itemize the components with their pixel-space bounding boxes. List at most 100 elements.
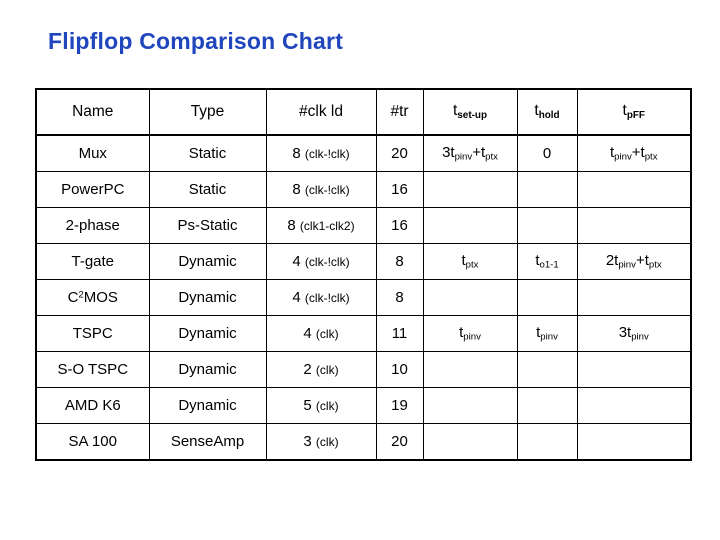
cell-t-pff [576, 171, 692, 208]
table-row: AMD K6 Dynamic 5 (clk) 19 [35, 387, 692, 424]
cell-name: PowerPC [35, 171, 150, 208]
cell-t-pff-label: 2tpinv+tptx [605, 251, 662, 271]
superscript: 2 [78, 289, 84, 301]
cell-t-pff: tpinv+tptx [576, 134, 692, 172]
subscript: pinv [463, 331, 481, 343]
cell-clk-ld-label: 4 (clk) [303, 324, 339, 342]
cell-type: Dynamic [148, 279, 267, 316]
cell-t-pff [576, 387, 692, 424]
cell-t-pff: 2tpinv+tptx [576, 243, 692, 280]
cell-type: Dynamic [148, 315, 267, 352]
table-row: T-gate Dynamic 4 (clk-!clk) 8 tptx to1-1 2tpin… [35, 243, 692, 280]
cell-t-hold [516, 387, 578, 424]
column-header-clk-ld: #clk ld [265, 88, 377, 136]
cell-tr-label: 19 [391, 396, 408, 414]
cell-name: S-O TSPC [35, 351, 150, 388]
subscript: ptx [648, 259, 662, 271]
cell-t-setup: 3tpinv+tptx [422, 134, 518, 172]
cell-t-setup-label: 3tpinv+tptx [442, 143, 498, 163]
column-header-t-pff: tpFF [576, 88, 692, 136]
cell-t-pff-label: 3tpinv [618, 323, 649, 343]
cell-clk-ld: 8 (clk-!clk) [265, 134, 377, 172]
cell-tr: 16 [375, 171, 424, 208]
cell-t-setup: tptx [422, 243, 518, 280]
table-row: S-O TSPC Dynamic 2 (clk) 10 [35, 351, 692, 388]
cell-type: Dynamic [148, 351, 267, 388]
cell-name: 2-phase [35, 207, 150, 244]
column-header-t-setup: tset-up [422, 88, 518, 136]
cell-type-label: Dynamic [178, 396, 237, 414]
cell-t-hold [516, 171, 578, 208]
cell-t-hold [516, 207, 578, 244]
subscript: ptx [485, 151, 498, 163]
cell-clk-ld: 4 (clk-!clk) [265, 243, 377, 280]
cell-t-hold [516, 279, 578, 316]
column-header-name: Name [35, 88, 150, 136]
subscript: o1-1 [539, 259, 559, 271]
cell-t-setup-label: tptx [461, 251, 479, 271]
cell-tr-label: 11 [391, 324, 408, 342]
cell-type-label: Dynamic [178, 288, 237, 306]
cell-name: AMD K6 [35, 387, 150, 424]
cell-name-label: AMD K6 [64, 396, 121, 414]
cell-tr-label: 8 [395, 288, 404, 306]
column-header-t-pff-label: tpFF [578, 102, 691, 121]
cell-type: Ps-Static [148, 207, 267, 244]
cell-tr-label: 16 [391, 216, 408, 234]
cell-type-label: Dynamic [178, 324, 237, 342]
column-header-tr: #tr [375, 88, 424, 136]
cell-clk-ld-detail: (clk1-clk2) [299, 218, 355, 233]
cell-type: Dynamic [148, 387, 267, 424]
cell-t-setup: tpinv [422, 315, 518, 352]
table-row: Mux Static 8 (clk-!clk) 20 3tpinv+tptx 0 tpinv… [35, 134, 692, 172]
slide-canvas: Flipflop Comparison Chart Name Type #clk… [0, 0, 720, 540]
cell-name: C2MOS [35, 279, 150, 316]
cell-clk-ld: 3 (clk) [265, 423, 377, 461]
column-header-type: Type [148, 88, 267, 136]
cell-type: SenseAmp [148, 423, 267, 461]
column-header-tr-label: #tr [390, 102, 409, 120]
cell-clk-ld-label: 3 (clk) [303, 432, 339, 450]
cell-name: TSPC [35, 315, 150, 352]
t-hold-subscript: hold [538, 109, 560, 121]
cell-name: T-gate [35, 243, 150, 280]
cell-t-pff [576, 423, 692, 461]
cell-clk-ld-label: 4 (clk-!clk) [292, 252, 350, 270]
column-header-t-hold: thold [516, 88, 578, 136]
cell-clk-ld-detail: (clk-!clk) [304, 146, 350, 161]
cell-name-label: PowerPC [61, 180, 125, 198]
cell-t-hold [516, 423, 578, 461]
cell-tr-label: 20 [391, 144, 408, 162]
cell-clk-ld-detail: (clk-!clk) [304, 182, 350, 197]
cell-tr: 16 [375, 207, 424, 244]
column-header-t-hold-label: thold [518, 102, 577, 121]
cell-tr: 10 [375, 351, 424, 388]
cell-name-label: TSPC [72, 324, 113, 342]
subscript: pinv [454, 151, 473, 163]
cell-type: Dynamic [148, 243, 267, 280]
cell-t-pff-label: tpinv+tptx [609, 143, 658, 163]
cell-type-label: Dynamic [178, 252, 237, 270]
cell-name-label: 2-phase [65, 216, 120, 234]
cell-clk-ld-detail: (clk) [315, 362, 339, 377]
cell-t-setup [422, 207, 518, 244]
cell-t-hold: to1-1 [516, 243, 578, 280]
cell-clk-ld-detail: (clk) [315, 398, 339, 413]
t-setup-subscript: set-up [457, 109, 488, 121]
cell-t-setup [422, 171, 518, 208]
cell-clk-ld-label: 4 (clk-!clk) [292, 288, 350, 306]
cell-clk-ld-detail: (clk-!clk) [304, 290, 350, 305]
cell-type: Static [148, 171, 267, 208]
subscript: pinv [540, 331, 558, 343]
cell-t-setup [422, 423, 518, 461]
cell-t-hold-label: to1-1 [535, 251, 559, 271]
cell-t-hold-label: 0 [542, 144, 552, 162]
cell-clk-ld-detail: (clk) [315, 434, 339, 449]
cell-t-hold-label: tpinv [536, 323, 558, 343]
subscript: pinv [631, 331, 649, 343]
cell-type-label: SenseAmp [170, 432, 245, 450]
cell-t-pff [576, 207, 692, 244]
cell-tr: 8 [375, 243, 424, 280]
cell-tr: 20 [375, 423, 424, 461]
cell-clk-ld: 8 (clk-!clk) [265, 171, 377, 208]
